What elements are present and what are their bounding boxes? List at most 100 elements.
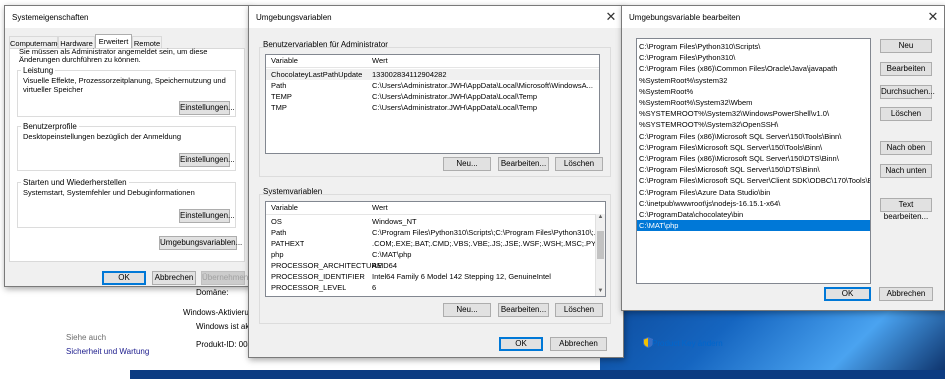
list-item[interactable]: C:\MAT\php <box>637 220 870 232</box>
edit-text-button[interactable]: Text bearbeiten... <box>880 198 932 221</box>
variable-name: Path <box>271 81 287 90</box>
variable-value: C:\MAT\php <box>372 250 412 259</box>
list-header: Variable Wert <box>266 55 599 68</box>
table-row[interactable]: TEMP C:\Users\Administrator.JWH\AppData\L… <box>266 91 599 102</box>
system-vars-list[interactable]: Variable Wert OS Windows_NT Path C:\Program… <box>265 201 606 297</box>
dialog-title: Umgebungsvariablen <box>256 13 332 22</box>
startup-settings-button[interactable]: Einstellungen... <box>179 209 235 223</box>
system-edit-button[interactable]: Bearbeiten... <box>498 303 549 317</box>
user-edit-button[interactable]: Bearbeiten... <box>498 157 549 171</box>
dialog-title: Systemeigenschaften <box>12 13 89 22</box>
table-row[interactable]: Path C:\Program Files\Python310\Scripts\;… <box>266 227 605 238</box>
variable-name: OS <box>271 217 282 226</box>
list-item[interactable]: C:\Program Files (x86)\Microsoft SQL Ser… <box>637 153 870 164</box>
cancel-button[interactable]: Abbrechen <box>879 287 933 301</box>
variable-name: ChocolateyLastPathUpdate <box>271 70 363 79</box>
variable-name: PATHEXT <box>271 239 305 248</box>
wallpaper-dark-edge <box>130 370 945 379</box>
list-item[interactable]: C:\Program Files (x86)\Common Files\Orac… <box>637 63 870 74</box>
startup-label: Starten und Wiederherstellen <box>21 178 129 187</box>
apply-button[interactable]: Übernehmen <box>201 271 248 285</box>
see-also-label: Siehe auch <box>66 333 107 342</box>
header-value[interactable]: Wert <box>372 55 388 67</box>
table-row[interactable]: ChocolateyLastPathUpdate 1330028341129042… <box>266 69 599 80</box>
list-item[interactable]: C:\Program Files\Microsoft SQL Server\15… <box>637 164 870 175</box>
variable-name: PROCESSOR_IDENTIFIER <box>271 272 365 281</box>
cancel-button[interactable]: Abbrechen <box>152 271 196 285</box>
list-item[interactable]: %SYSTEMROOT%\System32\OpenSSH\ <box>637 119 870 130</box>
header-variable[interactable]: Variable <box>271 55 298 67</box>
list-item[interactable]: C:\Program Files (x86)\Microsoft SQL Ser… <box>637 131 870 142</box>
list-item[interactable]: C:\ProgramData\chocolatey\bin <box>637 209 870 220</box>
list-item[interactable]: %SYSTEMROOT%\System32\WindowsPowerShell\… <box>637 108 870 119</box>
variable-value: .COM;.EXE;.BAT;.CMD;.VBS;.VBE;.JS;.JSE;.… <box>372 239 601 248</box>
header-variable[interactable]: Variable <box>271 202 298 214</box>
environment-variables-button[interactable]: Umgebungsvariablen... <box>159 236 242 250</box>
variable-name: php <box>271 250 284 259</box>
user-new-button[interactable]: Neu... <box>443 157 491 171</box>
list-item[interactable]: %SystemRoot%\System32\Wbem <box>637 97 870 108</box>
list-item[interactable]: %SystemRoot% <box>637 86 870 97</box>
header-value[interactable]: Wert <box>372 202 388 214</box>
title-bar: Systemeigenschaften <box>5 6 249 28</box>
profiles-text: Desktopeinstellungen bezüglich der Anmel… <box>23 132 182 141</box>
table-row[interactable]: PROCESSOR_LEVEL 6 <box>266 282 605 293</box>
system-new-button[interactable]: Neu... <box>443 303 491 317</box>
list-item[interactable]: C:\Program Files\Azure Data Studio\bin <box>637 187 870 198</box>
variable-name: PROCESSOR_ARCHITECTURE <box>271 261 382 270</box>
variable-value: C:\Users\Administrator.JWH\AppData\Local… <box>372 103 538 112</box>
variable-name: TEMP <box>271 92 292 101</box>
edit-environment-variable-dialog: Umgebungsvariable bearbeiten ✕ C:\Progra… <box>621 5 945 311</box>
system-delete-button[interactable]: Löschen <box>555 303 603 317</box>
delete-button[interactable]: Löschen <box>880 107 932 121</box>
performance-label: Leistung <box>21 66 56 75</box>
table-row[interactable]: PATHEXT .COM;.EXE;.BAT;.CMD;.VBS;.VBE;.JS… <box>266 238 605 249</box>
list-item[interactable]: C:\inetpub\wwwroot\js\nodejs-16.15.1-x64… <box>637 198 870 209</box>
variable-value: C:\Program Files\Python310\Scripts\;C:\P… <box>372 228 601 237</box>
scroll-up-arrow[interactable]: ▲ <box>597 214 604 222</box>
path-entries-list[interactable]: C:\Program Files\Python310\Scripts\ C:\Pr… <box>636 38 871 284</box>
ok-button[interactable]: OK <box>824 287 871 301</box>
list-item[interactable]: %SystemRoot%\system32 <box>637 75 870 86</box>
browse-button[interactable]: Durchsuchen... <box>880 85 935 99</box>
ok-button[interactable]: OK <box>102 271 146 285</box>
list-item[interactable]: C:\Program Files\Python310\Scripts\ <box>637 41 870 52</box>
table-row[interactable]: TMP C:\Users\Administrator.JWH\AppData\Lo… <box>266 102 599 113</box>
variable-value: 133002834112904282 <box>372 70 447 79</box>
move-down-button[interactable]: Nach unten <box>880 164 932 178</box>
title-bar: Umgebungsvariablen ✕ <box>249 6 623 28</box>
security-link[interactable]: Sicherheit und Wartung <box>66 347 149 356</box>
table-row[interactable]: PROCESSOR_IDENTIFIER Intel64 Family 6 Mod… <box>266 271 605 282</box>
ok-button[interactable]: OK <box>499 337 543 351</box>
vertical-scrollbar[interactable]: ▲ ▼ <box>595 214 605 296</box>
admin-note: Sie müssen als Administrator angemeldet … <box>19 47 208 64</box>
environment-variables-dialog: Umgebungsvariablen ✕ Benutzervariablen f… <box>248 5 624 358</box>
new-button[interactable]: Neu <box>880 39 932 53</box>
variable-value: Intel64 Family 6 Model 142 Stepping 12, … <box>372 272 551 281</box>
list-item[interactable]: C:\Program Files\Microsoft SQL Server\15… <box>637 142 870 153</box>
scroll-down-arrow[interactable]: ▼ <box>597 288 604 296</box>
user-vars-list[interactable]: Variable Wert ChocolateyLastPathUpdate 13… <box>265 54 600 154</box>
profiles-settings-button[interactable]: Einstellungen... <box>179 153 235 167</box>
table-row[interactable]: OS Windows_NT <box>266 216 605 227</box>
table-row[interactable]: Path C:\Users\Administrator.JWH\AppData\L… <box>266 80 599 91</box>
cancel-button[interactable]: Abbrechen <box>550 337 607 351</box>
variable-name: TMP <box>271 103 287 112</box>
user-delete-button[interactable]: Löschen <box>555 157 603 171</box>
product-key-link[interactable]: Product Key ändern <box>652 339 723 348</box>
list-item[interactable]: C:\Program Files\Python310\ <box>637 52 870 63</box>
variable-value: 6 <box>372 283 377 292</box>
table-row[interactable]: php C:\MAT\php <box>266 249 605 260</box>
close-icon[interactable]: ✕ <box>925 9 941 25</box>
domain-label: Domäne: <box>196 288 229 297</box>
activation-label: Windows-Aktivierung <box>183 308 258 317</box>
list-item[interactable]: C:\Program Files\Microsoft SQL Server\Cl… <box>637 175 870 186</box>
table-row[interactable]: PROCESSOR_ARCHITECTURE AMD64 <box>266 260 605 271</box>
edit-button[interactable]: Bearbeiten <box>880 62 932 76</box>
performance-settings-button[interactable]: Einstellungen... <box>179 101 235 115</box>
close-icon[interactable]: ✕ <box>603 9 619 25</box>
dialog-title: Umgebungsvariable bearbeiten <box>629 13 741 22</box>
move-up-button[interactable]: Nach oben <box>880 141 932 155</box>
scrollbar-thumb[interactable] <box>597 231 604 259</box>
variable-value: AMD64 <box>372 261 398 270</box>
